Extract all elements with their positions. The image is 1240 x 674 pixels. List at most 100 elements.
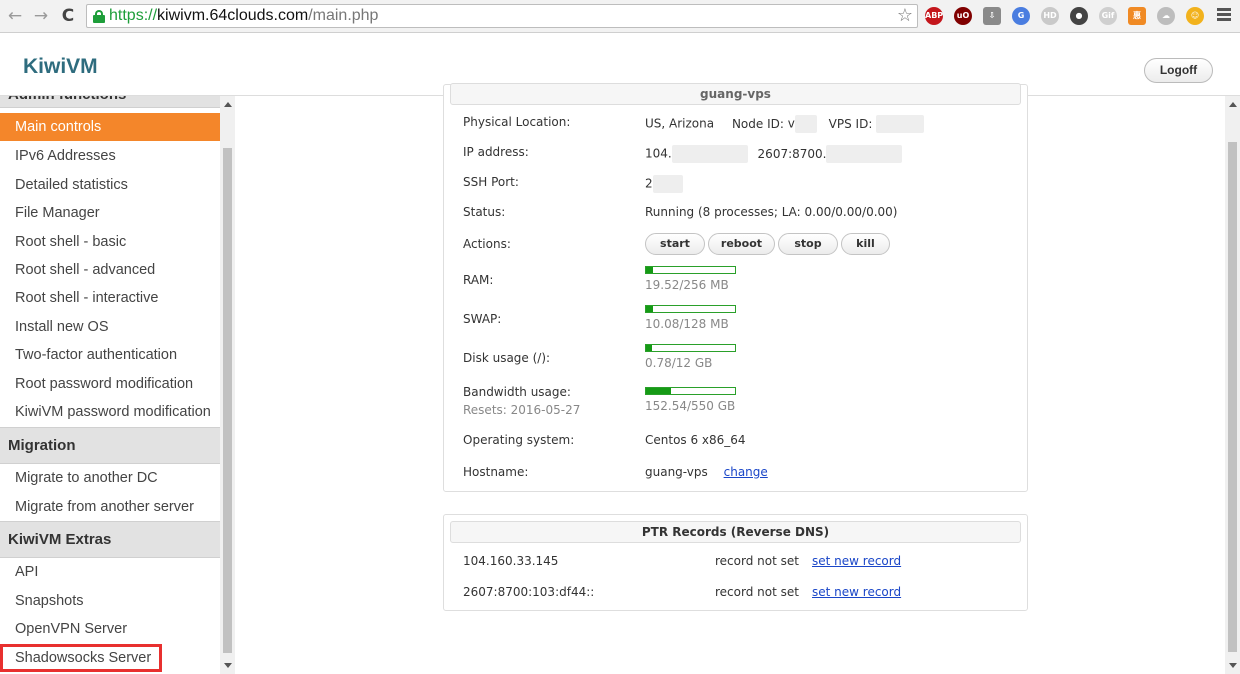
node-id-value: v [787, 116, 795, 131]
lock-icon [93, 10, 105, 23]
ptr-records-panel: PTR Records (Reverse DNS) 104.160.33.145… [443, 514, 1028, 611]
sidebar-section-kiwivm-extras: KiwiVM Extras [0, 521, 220, 558]
location-label: Physical Location: [463, 115, 571, 129]
set-new-record-link[interactable]: set new record [812, 554, 901, 568]
start-button[interactable]: start [645, 233, 705, 255]
ip-address-label: IP address: [463, 145, 529, 159]
browser-menu-icon[interactable] [1217, 8, 1231, 22]
sidebar-item-shadowsocks-server[interactable]: Shadowsocks Server [0, 644, 162, 672]
change-hostname-link[interactable]: change [724, 465, 768, 479]
ipv6-text: 2607:8700. [757, 146, 827, 161]
scrollbar-thumb[interactable] [1228, 142, 1237, 652]
redacted-ssh-port [652, 175, 683, 193]
disk-usage-label: Disk usage (/): [463, 351, 551, 365]
location-text: US, Arizona [645, 116, 715, 131]
sidebar-item-openvpn-server[interactable]: OpenVPN Server [0, 615, 220, 643]
main-scrollbar[interactable] [1225, 96, 1240, 674]
sidebar-item-root-shell-interactive[interactable]: Root shell - interactive [0, 284, 220, 312]
bandwidth-usage-fill [646, 388, 671, 394]
gif-icon[interactable]: Gif [1099, 7, 1117, 25]
sidebar-item-detailed-statistics[interactable]: Detailed statistics [0, 171, 220, 199]
scroll-up-arrow-icon[interactable] [224, 102, 232, 107]
sidebar-item-main-controls[interactable]: Main controls [0, 113, 220, 141]
stop-button[interactable]: stop [778, 233, 838, 255]
cloud-icon[interactable]: ☁ [1157, 7, 1175, 25]
bandwidth-usage-text: 152.54/550 GB [645, 399, 736, 413]
address-bar[interactable]: https://kiwivm.64clouds.com/main.php ☆ [86, 4, 918, 28]
swap-usage-fill [646, 306, 654, 312]
download-icon[interactable]: ⇩ [983, 7, 1001, 25]
logoff-button[interactable]: Logoff [1144, 58, 1213, 83]
orange-square-icon[interactable]: 惠 [1128, 7, 1146, 25]
sidebar-section-admin-functions: Admin functions [0, 96, 220, 108]
ptr-address: 104.160.33.145 [463, 554, 559, 568]
bandwidth-usage-bar [645, 387, 736, 395]
ssh-port-text: 2 [645, 176, 653, 191]
vps-id-label: VPS ID: [828, 116, 873, 131]
disk-usage-fill [646, 345, 652, 351]
ipv4-text: 104. [645, 146, 672, 161]
status-label: Status: [463, 205, 506, 219]
scroll-up-arrow-icon[interactable] [1229, 102, 1237, 107]
redacted-ipv4 [671, 145, 748, 163]
status-value: Running (8 processes; LA: 0.00/0.00/0.00… [645, 205, 898, 219]
node-id-label: Node ID: [731, 116, 784, 131]
kiwivm-logo: KiwiVM [23, 55, 98, 78]
hostname-row: guang-vps change [645, 465, 768, 479]
ptr-address: 2607:8700:103:df44:: [463, 585, 595, 599]
sidebar-item-migrate-to-another-dc[interactable]: Migrate to another DC [0, 464, 220, 492]
sidebar-item-root-password-modification[interactable]: Root password modification [0, 370, 220, 398]
ssh-port-label: SSH Port: [463, 175, 519, 189]
swap-usage-text: 10.08/128 MB [645, 317, 729, 331]
redacted-ipv6 [826, 145, 903, 163]
url-text: https://kiwivm.64clouds.com/main.php [109, 7, 379, 24]
scroll-down-arrow-icon[interactable] [224, 663, 232, 668]
ram-usage-text: 19.52/256 MB [645, 278, 729, 292]
hostname-label: Hostname: [463, 465, 529, 479]
ptr-status: record not set [715, 554, 799, 568]
set-new-record-link[interactable]: set new record [812, 585, 901, 599]
operating-system-label: Operating system: [463, 433, 575, 447]
operating-system-value: Centos 6 x86_64 [645, 433, 746, 447]
hd-icon[interactable]: HD [1041, 7, 1059, 25]
adblock-plus-icon[interactable]: ABP [925, 7, 943, 25]
ublock-icon[interactable]: uO [954, 7, 972, 25]
scrollbar-thumb[interactable] [223, 148, 232, 653]
bandwidth-usage-label: Bandwidth usage: [463, 385, 571, 399]
actions-label: Actions: [463, 237, 511, 251]
ram-usage-bar [645, 266, 736, 274]
ptr-panel-title: PTR Records (Reverse DNS) [450, 521, 1021, 543]
reload-icon[interactable]: C [57, 5, 79, 27]
forward-arrow-icon[interactable]: → [30, 5, 52, 27]
ptr-status: record not set [715, 585, 799, 599]
ram-usage-fill [646, 267, 653, 273]
redacted-node-id [794, 115, 817, 133]
scroll-down-arrow-icon[interactable] [1229, 663, 1237, 668]
vps-panel-title: guang-vps [450, 83, 1021, 105]
sidebar-scrollbar[interactable] [220, 96, 235, 674]
browser-toolbar: ← → C https://kiwivm.64clouds.com/main.p… [0, 0, 1240, 33]
sidebar-item-file-manager[interactable]: File Manager [0, 199, 220, 227]
location-value: US, Arizona Node ID: v VPS ID: [645, 115, 925, 133]
sidebar-item-ipv6-addresses[interactable]: IPv6 Addresses [0, 142, 220, 170]
sidebar-item-migrate-from-another-server[interactable]: Migrate from another server [0, 493, 220, 521]
translate-icon[interactable]: G [1012, 7, 1030, 25]
ram-label: RAM: [463, 273, 494, 287]
kill-button[interactable]: kill [841, 233, 890, 255]
sidebar-item-two-factor-authentication[interactable]: Two-factor authentication [0, 341, 220, 369]
lightbulb-icon[interactable]: ● [1070, 7, 1088, 25]
reboot-button[interactable]: reboot [708, 233, 775, 255]
sidebar-item-root-shell-advanced[interactable]: Root shell - advanced [0, 256, 220, 284]
sidebar-item-api[interactable]: API [0, 558, 220, 586]
hostname-value: guang-vps [645, 465, 708, 479]
ssh-port-value: 2 [645, 175, 683, 193]
sidebar-item-snapshots[interactable]: Snapshots [0, 587, 220, 615]
bookmark-star-icon[interactable]: ☆ [897, 5, 913, 27]
swap-usage-bar [645, 305, 736, 313]
swap-label: SWAP: [463, 312, 502, 326]
sidebar-item-kiwivm-password-modification[interactable]: KiwiVM password modification [0, 398, 220, 426]
smiley-icon[interactable]: ☺ [1186, 7, 1204, 25]
back-arrow-icon[interactable]: ← [4, 5, 26, 27]
sidebar-item-root-shell-basic[interactable]: Root shell - basic [0, 228, 220, 256]
sidebar-item-install-new-os[interactable]: Install new OS [0, 313, 220, 341]
